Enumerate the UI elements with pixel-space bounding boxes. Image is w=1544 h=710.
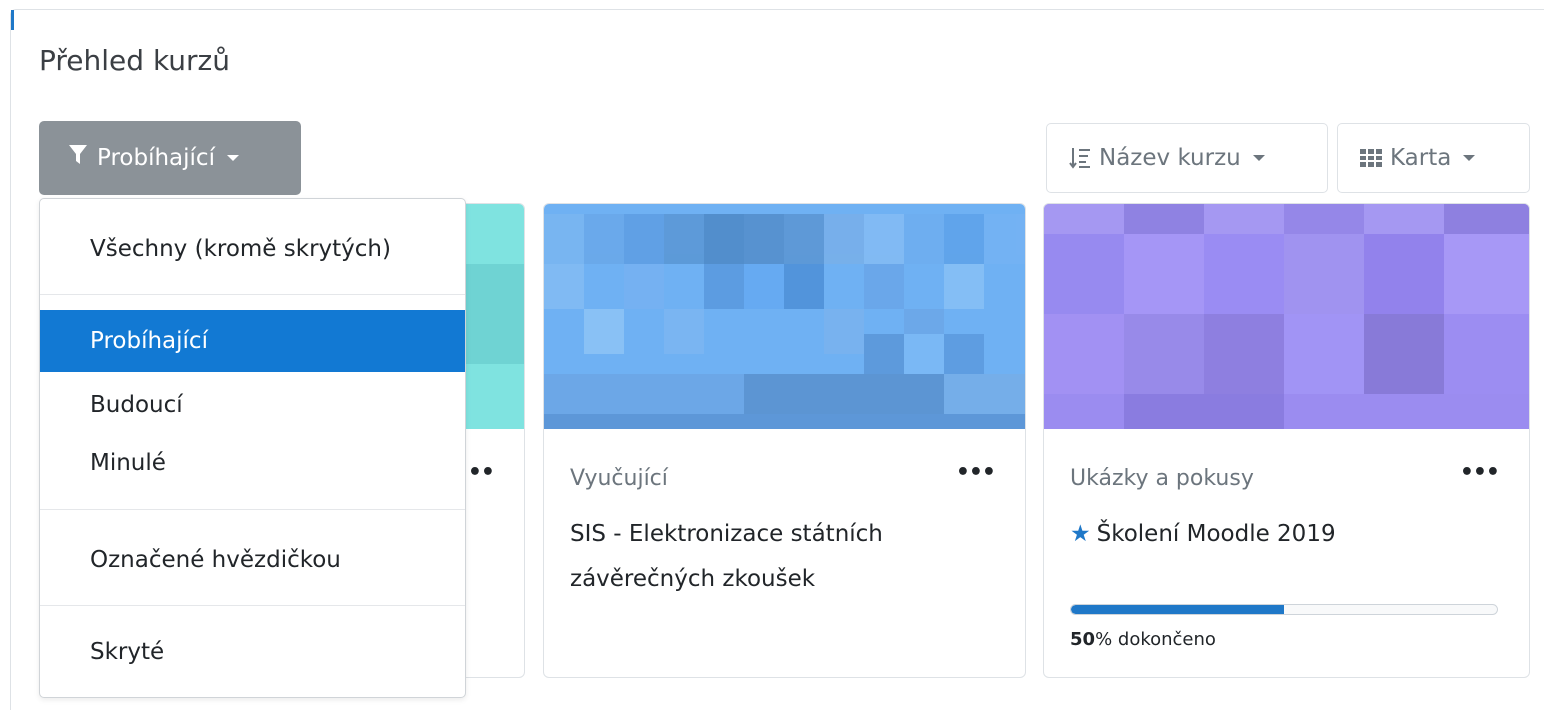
chevron-down-icon xyxy=(1463,155,1476,161)
funnel-icon xyxy=(69,145,87,171)
dropdown-item-all[interactable]: Všechny (kromě skrytých) xyxy=(40,218,465,280)
progress-bar-fill xyxy=(1071,605,1284,614)
course-category: Vyučující xyxy=(570,466,668,491)
chevron-down-icon xyxy=(1252,155,1265,161)
dropdown-item-future[interactable]: Budoucí xyxy=(40,374,465,436)
block-title: Přehled kurzů xyxy=(39,44,230,77)
sort-alpha-icon xyxy=(1069,146,1091,170)
grid-icon xyxy=(1360,149,1382,167)
course-image[interactable] xyxy=(544,204,1025,429)
filter-button-label: Probíhající xyxy=(97,145,215,171)
dropdown-item-past[interactable]: Minulé xyxy=(40,432,465,494)
view-dropdown-button[interactable]: Karta xyxy=(1337,123,1530,193)
view-button-label: Karta xyxy=(1390,145,1452,171)
course-name-link[interactable]: ★ Školení Moodle 2019 xyxy=(1070,512,1499,557)
progress-percent: 50 xyxy=(1070,629,1096,650)
dropdown-divider xyxy=(40,605,465,606)
course-name-text: Školení Moodle 2019 xyxy=(1096,521,1336,547)
dropdown-divider xyxy=(40,509,465,510)
course-card[interactable]: Vyučující ••• SIS - Elektronizace státní… xyxy=(543,203,1026,678)
progress-bar xyxy=(1070,604,1498,615)
course-card[interactable]: Ukázky a pokusy ••• ★ Školení Moodle 2019… xyxy=(1043,203,1530,678)
dropdown-item-starred[interactable]: Označené hvězdičkou xyxy=(40,529,465,591)
dropdown-divider xyxy=(40,294,465,295)
course-name-link[interactable]: SIS - Elektronizace státních závěrečných… xyxy=(570,512,995,602)
filter-dropdown-menu: Všechny (kromě skrytých) Probíhající Bud… xyxy=(39,198,466,698)
chevron-down-icon xyxy=(226,155,239,161)
star-icon: ★ xyxy=(1070,521,1091,547)
progress-text: 50% dokončeno xyxy=(1070,629,1216,650)
more-options-icon[interactable]: ••• xyxy=(1460,460,1500,485)
filter-dropdown-button[interactable]: Probíhající xyxy=(39,121,301,195)
dropdown-item-hidden[interactable]: Skryté xyxy=(40,621,465,683)
sort-dropdown-button[interactable]: Název kurzu xyxy=(1046,123,1328,193)
frame-accent xyxy=(11,10,14,30)
sort-button-label: Název kurzu xyxy=(1099,145,1241,171)
more-options-icon[interactable]: ••• xyxy=(956,460,996,485)
dropdown-item-in-progress[interactable]: Probíhající xyxy=(40,310,465,372)
course-image[interactable] xyxy=(1044,204,1529,429)
progress-suffix: % dokončeno xyxy=(1095,629,1216,650)
course-category: Ukázky a pokusy xyxy=(1070,466,1254,491)
